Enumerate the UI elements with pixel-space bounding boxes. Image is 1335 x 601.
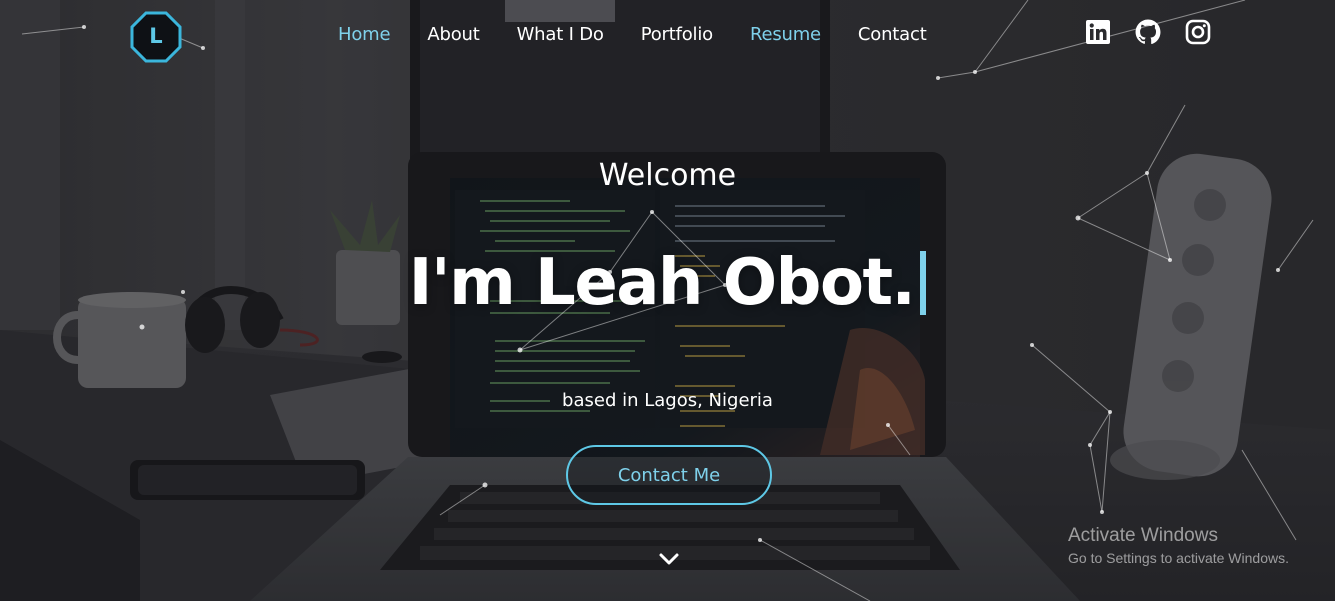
nav-item-about[interactable]: About	[427, 24, 479, 45]
logo-letter: L	[149, 24, 163, 48]
instagram-link[interactable]	[1185, 19, 1211, 45]
headline-container: I'm Leah Obot.	[0, 246, 1335, 320]
nav-item-resume[interactable]: Resume	[750, 24, 821, 45]
nav-item-what-i-do[interactable]: What I Do	[517, 24, 604, 45]
linkedin-link[interactable]	[1085, 19, 1111, 45]
logo-badge[interactable]: L	[129, 10, 183, 64]
nav-item-contact[interactable]: Contact	[858, 24, 927, 45]
welcome-text: Welcome	[598, 158, 737, 193]
social-links	[1085, 19, 1211, 45]
main-nav: Home About What I Do Portfolio Resume Co…	[338, 24, 964, 45]
github-link[interactable]	[1135, 19, 1161, 45]
activation-watermark: Activate Windows Go to Settings to activ…	[1068, 525, 1289, 566]
location-subtitle: based in Lagos, Nigeria	[562, 390, 773, 411]
nav-item-portfolio[interactable]: Portfolio	[641, 24, 713, 45]
chevron-down-icon[interactable]	[658, 548, 680, 570]
hero-headline: I'm Leah Obot.	[408, 246, 916, 320]
watermark-subtitle: Go to Settings to activate Windows.	[1068, 550, 1289, 566]
linkedin-icon	[1086, 20, 1110, 44]
contact-me-button[interactable]: Contact Me	[566, 445, 772, 505]
watermark-title: Activate Windows	[1068, 525, 1218, 546]
nav-item-home[interactable]: Home	[338, 24, 391, 45]
typing-cursor	[920, 251, 927, 315]
instagram-icon	[1185, 19, 1211, 45]
github-icon	[1135, 19, 1161, 45]
